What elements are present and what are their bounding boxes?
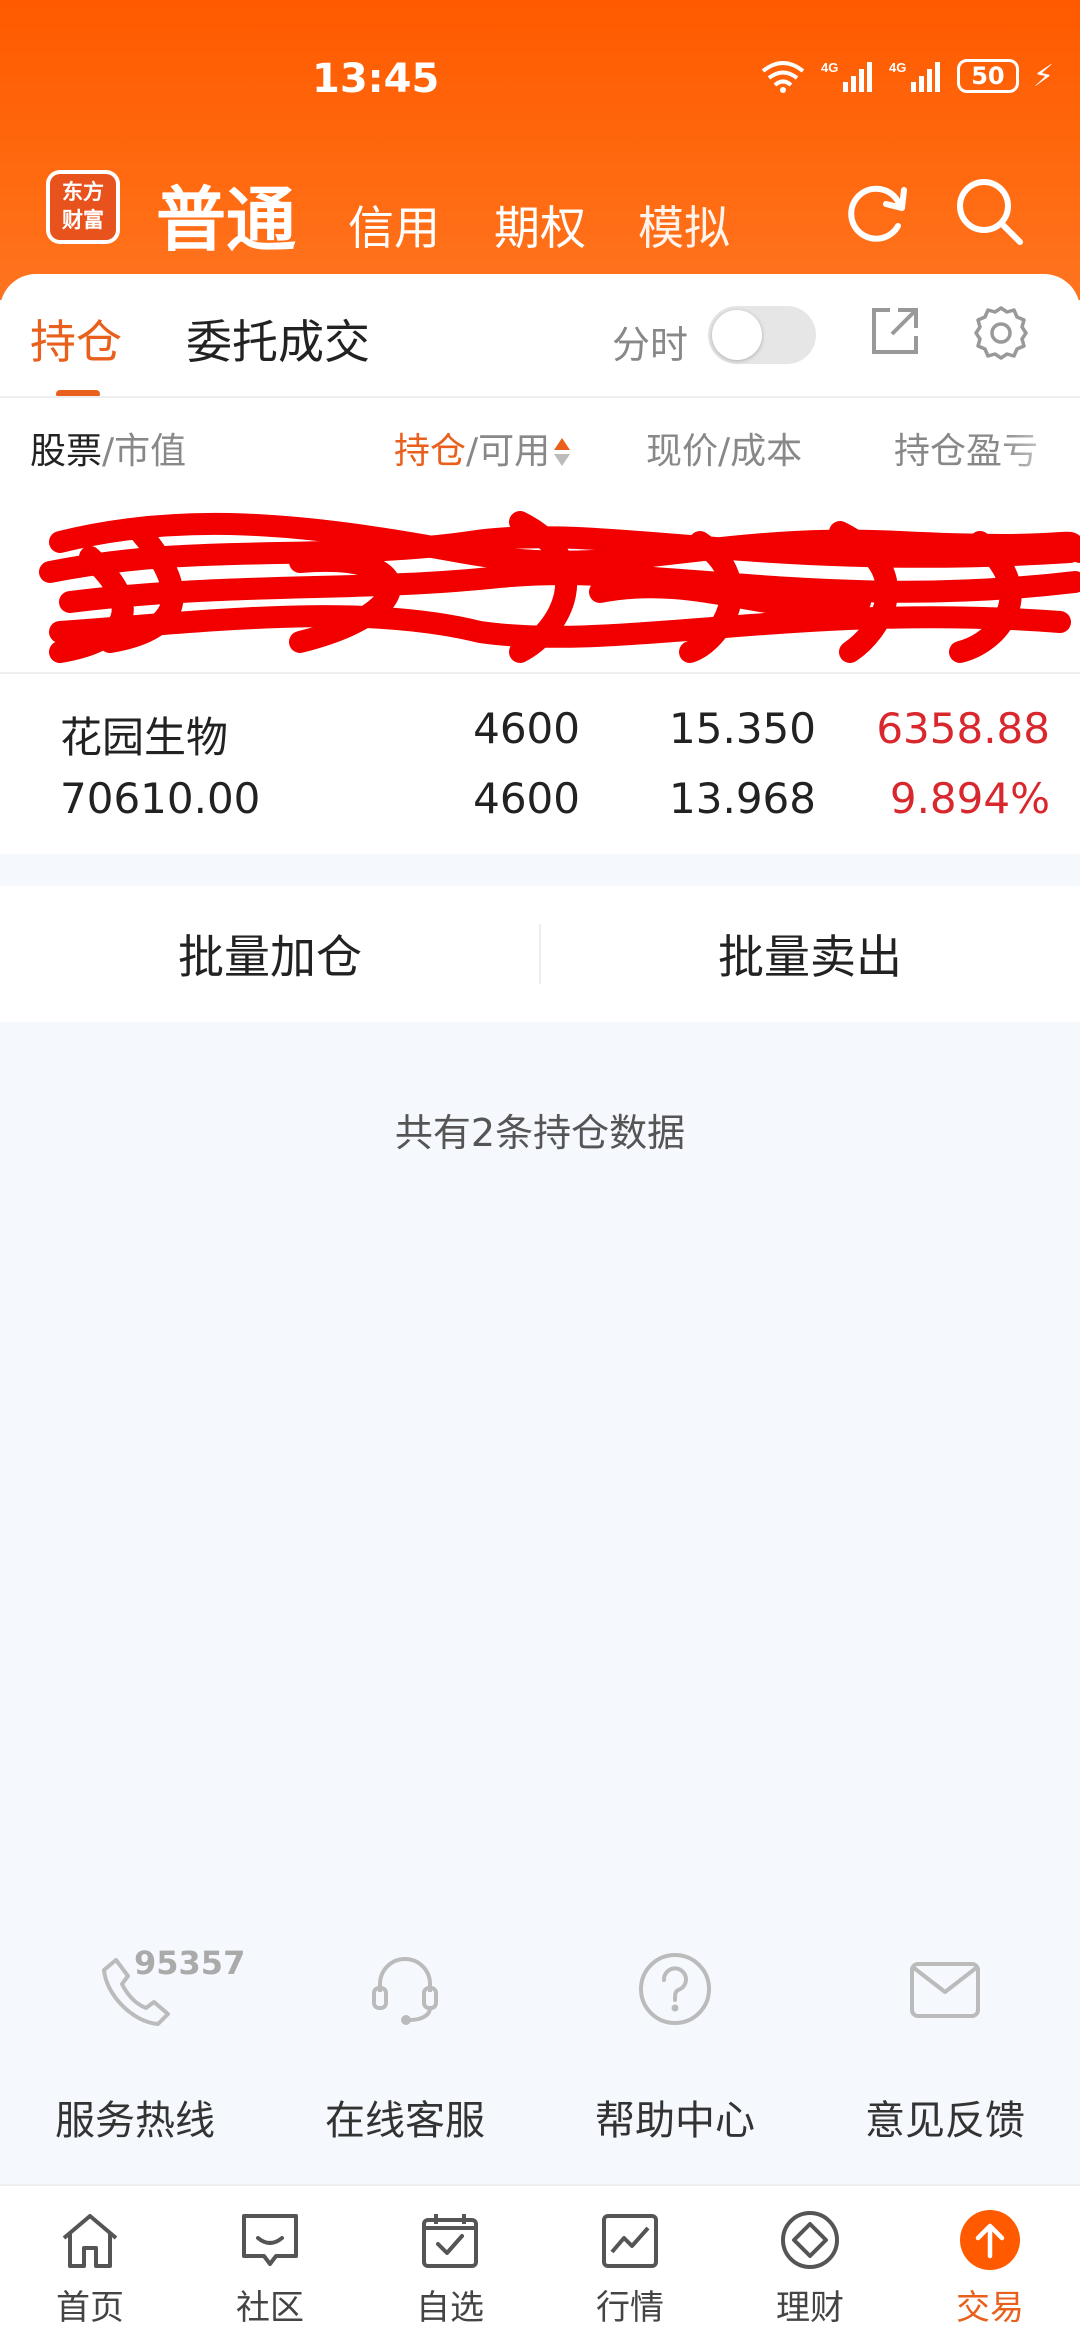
cost-price: 13.968 xyxy=(669,774,816,823)
position-qty: 4600 xyxy=(473,704,580,753)
community-icon xyxy=(242,2214,298,2266)
header-stock-label: 股票 xyxy=(30,431,103,472)
logo-line-2: 财富 xyxy=(62,208,104,232)
sort-icon xyxy=(554,436,571,470)
headset-icon xyxy=(372,1957,438,2025)
signal-icon-2: 4G xyxy=(889,60,940,92)
bottom-nav: 首页 社区 自选 行情 理财 交易 xyxy=(0,2184,1080,2340)
redaction-scribble xyxy=(39,511,1080,663)
header-stock-sub: /市值 xyxy=(102,431,187,472)
status-icons: 4G 4G 50 ⚡ xyxy=(759,58,1054,94)
nav-watchlist[interactable]: 自选 xyxy=(360,2208,540,2329)
market-icon xyxy=(602,2214,658,2268)
tab-normal[interactable]: 普通 xyxy=(156,164,296,265)
toggle-knob xyxy=(712,310,762,360)
refresh-icon[interactable] xyxy=(842,176,912,246)
tab-credit[interactable]: 信用 xyxy=(348,192,440,258)
header-position[interactable]: 持仓/可用 xyxy=(394,422,571,474)
trade-icon xyxy=(960,2210,1020,2270)
app-header: 13:45 4G 4G 50 ⚡ 东方 财富 普通 信用 期权 模拟 xyxy=(0,0,1080,300)
watchlist-icon xyxy=(422,2214,478,2268)
holdings-count: 共有2条持仓数据 xyxy=(394,1111,686,1155)
fenshi-toggle[interactable] xyxy=(708,306,816,364)
service-feedback-label: 意见反馈 xyxy=(865,2098,1025,2144)
nav-finance[interactable]: 理财 xyxy=(720,2208,900,2329)
header-fade xyxy=(1000,414,1080,474)
signal-icon: 4G xyxy=(821,60,872,92)
mail-icon xyxy=(910,1962,980,2018)
battery-icon: 50 xyxy=(956,59,1019,93)
service-help-center[interactable]: 帮助中心 xyxy=(540,1950,810,2146)
nav-watchlist-label: 自选 xyxy=(416,2288,484,2328)
charging-icon: ⚡ xyxy=(1032,58,1054,94)
logo-line-1: 东方 xyxy=(62,180,104,204)
service-support-label: 在线客服 xyxy=(325,2098,485,2144)
help-icon xyxy=(639,1953,711,2025)
holdings-card: 持仓 委托成交 分时 股票/市值 持仓/可用 现价/成本 持仓盈亏 花园生物 7… xyxy=(0,274,1080,854)
network-1-label: 4G xyxy=(821,60,838,75)
batch-add-button[interactable]: 批量加仓 xyxy=(0,886,540,1022)
nav-market[interactable]: 行情 xyxy=(540,2208,720,2329)
nav-market-label: 行情 xyxy=(596,2288,664,2328)
batch-actions: 批量加仓 批量卖出 xyxy=(0,886,1080,1022)
wifi-icon xyxy=(761,61,805,93)
pnl-amount: 6358.88 xyxy=(876,704,1050,753)
tab-holdings[interactable]: 持仓 xyxy=(30,306,122,372)
table-row-redacted[interactable] xyxy=(0,482,1080,672)
tab-simulation[interactable]: 模拟 xyxy=(638,192,730,258)
batch-sell-button[interactable]: 批量卖出 xyxy=(540,886,1080,1022)
share-icon[interactable] xyxy=(868,304,922,358)
row-divider xyxy=(0,672,1080,674)
current-price: 15.350 xyxy=(669,704,816,753)
home-icon xyxy=(62,2214,118,2268)
search-icon[interactable] xyxy=(952,174,1026,248)
status-time: 13:45 xyxy=(312,56,440,102)
nav-trade[interactable]: 交易 xyxy=(900,2208,1080,2329)
tab-options[interactable]: 期权 xyxy=(494,192,586,258)
gear-icon[interactable] xyxy=(972,304,1030,362)
header-position-label: 持仓 xyxy=(394,431,467,472)
nav-home[interactable]: 首页 xyxy=(0,2208,180,2329)
tab-divider xyxy=(0,396,1080,398)
tab-orders[interactable]: 委托成交 xyxy=(186,306,370,372)
service-help-label: 帮助中心 xyxy=(595,2098,755,2144)
finance-icon xyxy=(781,2211,839,2269)
hotline-number: 95357 xyxy=(134,1944,246,1982)
market-value: 70610.00 xyxy=(60,774,261,823)
service-feedback[interactable]: 意见反馈 xyxy=(810,1950,1080,2146)
stock-name: 花园生物 xyxy=(60,713,229,762)
nav-trade-label: 交易 xyxy=(956,2288,1024,2328)
header-stock: 股票/市值 xyxy=(30,422,186,474)
header-price[interactable]: 现价/成本 xyxy=(646,422,802,474)
service-online-support[interactable]: 在线客服 xyxy=(270,1950,540,2146)
nav-community[interactable]: 社区 xyxy=(180,2208,360,2329)
app-logo[interactable]: 东方 财富 xyxy=(46,170,120,244)
nav-community-label: 社区 xyxy=(236,2288,304,2328)
available-qty: 4600 xyxy=(473,774,580,823)
nav-finance-label: 理财 xyxy=(776,2288,844,2328)
service-hotline-label: 服务热线 xyxy=(55,2098,215,2144)
nav-home-label: 首页 xyxy=(56,2288,124,2328)
header-position-sub: /可用 xyxy=(466,431,551,472)
pnl-percent: 9.894% xyxy=(889,774,1050,823)
fenshi-label: 分时 xyxy=(612,323,689,367)
network-2-label: 4G xyxy=(889,60,906,75)
